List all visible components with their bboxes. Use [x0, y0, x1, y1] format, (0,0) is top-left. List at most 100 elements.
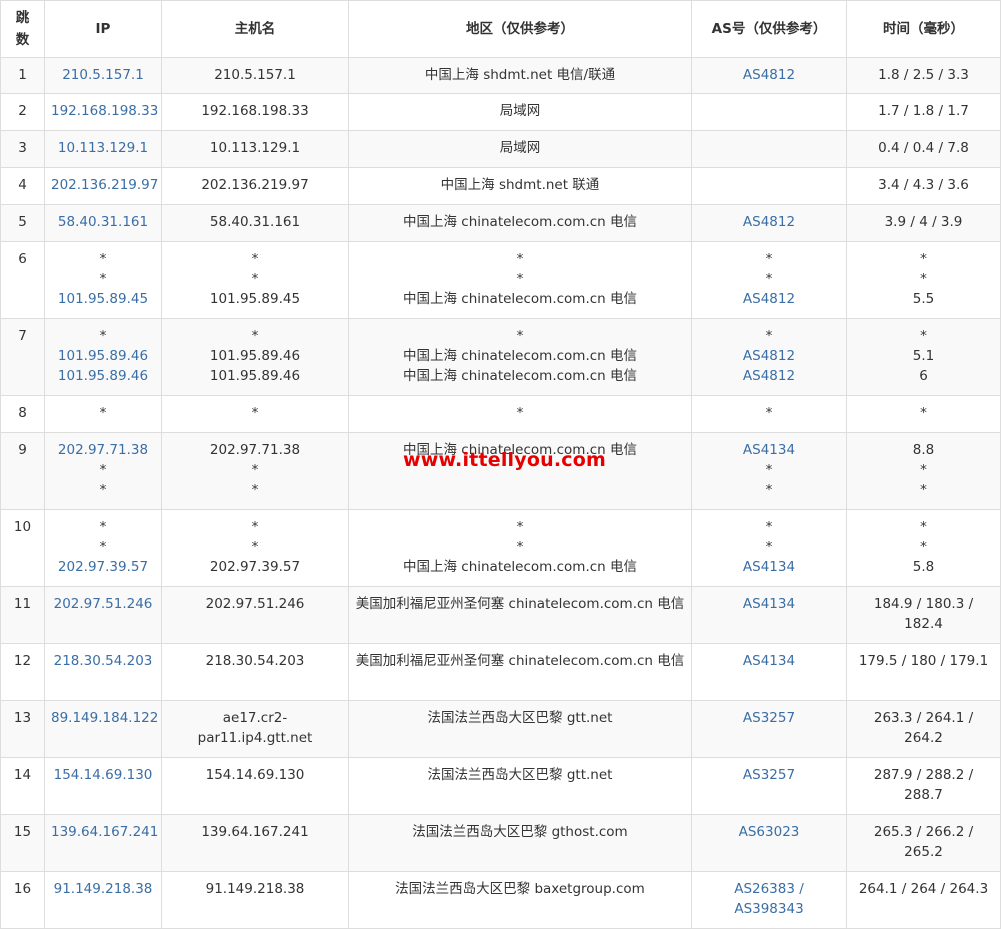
header-hop: 跳 数 — [0, 0, 45, 58]
ip-link[interactable]: 202.97.51.246 — [51, 594, 155, 614]
ip-link[interactable]: 210.5.157.1 — [51, 65, 155, 85]
ip-link[interactable]: 154.14.69.130 — [51, 765, 155, 785]
region-text: 中国上海 chinatelecom.com.cn 电信 — [402, 368, 638, 384]
ip-cell: 154.14.69.130 — [44, 757, 162, 815]
hostname-cell: ae17.cr2-par11.ip4.gtt.net — [161, 700, 349, 758]
time-cell: * 5.1 6 — [846, 318, 1001, 396]
header-ip: IP — [44, 0, 162, 58]
time-cell: * — [846, 395, 1001, 433]
time-text: 0.4 / 0.4 / 7.8 — [878, 140, 969, 156]
as-link[interactable]: AS4134 — [698, 651, 840, 671]
region-text: 法国法兰西岛大区巴黎 gthost.com — [412, 824, 628, 840]
hop-number: 14 — [0, 757, 45, 815]
table-row: 6 * * 101.95.89.45 * * 101.95.89.45 * * 中国上海 chin… — [0, 241, 1001, 319]
as-link[interactable]: AS26383 / — [698, 879, 840, 899]
as-link — [698, 175, 840, 195]
hostname-text: * — [251, 462, 259, 478]
time-text: * — [920, 251, 927, 267]
hostname-text: 139.64.167.241 — [201, 824, 309, 840]
hostname-cell: * * 202.97.39.57 — [161, 509, 349, 587]
as-link[interactable]: AS4812 — [698, 212, 840, 232]
as-link[interactable]: AS4812 — [698, 346, 840, 366]
ip-link[interactable]: 202.97.71.38 — [51, 440, 155, 460]
ip-cell: 218.30.54.203 — [44, 643, 162, 701]
as-link[interactable]: AS3257 — [698, 765, 840, 785]
as-link: * — [765, 251, 773, 267]
as-link[interactable]: AS398343 — [698, 899, 840, 919]
header-hostname: 主机名 — [161, 0, 349, 58]
as-link[interactable]: AS4134 — [698, 440, 840, 460]
time-text: * — [920, 271, 927, 287]
as-link[interactable]: AS63023 — [698, 822, 840, 842]
region-text: 中国上海 chinatelecom.com.cn 电信 — [402, 291, 638, 307]
hostname-cell: 218.30.54.203 — [161, 643, 349, 701]
as-link[interactable]: AS4812 — [698, 289, 840, 309]
table-row: 15 139.64.167.241 139.64.167.241 法国法兰西岛大区巴黎… — [0, 814, 1001, 872]
ip-link: * — [99, 519, 107, 535]
ip-link: * — [99, 539, 107, 555]
time-cell: 0.4 / 0.4 / 7.8 — [846, 130, 1001, 168]
region-cell: 法国法兰西岛大区巴黎 gthost.com — [348, 814, 692, 872]
region-cell: * 中国上海 chinatelecom.com.cn 电信 中国上海 chinate… — [348, 318, 692, 396]
hostname-text: * — [251, 539, 259, 555]
as-link[interactable]: AS4134 — [698, 557, 840, 577]
as-cell — [691, 130, 847, 168]
as-link[interactable]: AS4812 — [698, 65, 840, 85]
hostname-cell: * * 101.95.89.45 — [161, 241, 349, 319]
ip-link[interactable]: 101.95.89.46 — [51, 366, 155, 386]
region-text — [355, 460, 685, 480]
hostname-cell: 91.149.218.38 — [161, 871, 349, 929]
time-text: 287.9 / 288.2 / 288.7 — [873, 767, 974, 803]
ip-link[interactable]: 101.95.89.46 — [51, 346, 155, 366]
ip-cell: * * 101.95.89.45 — [44, 241, 162, 319]
hostname-text: * — [251, 328, 259, 344]
as-link[interactable]: AS4812 — [698, 366, 840, 386]
hostname-cell: 210.5.157.1 — [161, 57, 349, 94]
hostname-cell: * — [161, 395, 349, 433]
header-region: 地区（仅供参考） — [348, 0, 692, 58]
ip-link: * — [99, 251, 107, 267]
region-text: 法国法兰西岛大区巴黎 gtt.net — [427, 767, 613, 783]
hop-number: 3 — [0, 130, 45, 168]
as-cell: * AS4812 AS4812 — [691, 318, 847, 396]
ip-link[interactable]: 202.136.219.97 — [51, 175, 158, 195]
hostname-text: * — [251, 519, 259, 535]
as-link[interactable]: AS3257 — [698, 708, 840, 728]
region-cell: 局域网 — [348, 130, 692, 168]
time-text: * — [920, 462, 927, 478]
time-text: 264.1 / 264 / 264.3 — [858, 881, 989, 897]
as-cell: AS4812 — [691, 204, 847, 242]
hostname-text: 218.30.54.203 — [205, 653, 305, 669]
ip-link[interactable]: 202.97.39.57 — [51, 557, 155, 577]
table-row: 16 91.149.218.38 91.149.218.38 法国法兰西岛大区巴黎 b… — [0, 871, 1001, 929]
as-link[interactable]: AS4134 — [698, 594, 840, 614]
time-cell: 287.9 / 288.2 / 288.7 — [846, 757, 1001, 815]
as-link: * — [765, 482, 773, 498]
table-row: 9 202.97.71.38 * * 202.97.71.38 * * 中国上海 chinat… — [0, 432, 1001, 510]
as-cell: AS4812 — [691, 57, 847, 94]
ip-link[interactable]: 89.149.184.122 — [51, 708, 158, 728]
time-cell: 264.1 / 264 / 264.3 — [846, 871, 1001, 929]
ip-link[interactable]: 218.30.54.203 — [51, 651, 155, 671]
hop-number: 15 — [0, 814, 45, 872]
region-text: 中国上海 chinatelecom.com.cn 电信 — [402, 559, 638, 575]
ip-link[interactable]: 101.95.89.45 — [51, 289, 155, 309]
time-text: * — [920, 519, 927, 535]
ip-link[interactable]: 91.149.218.38 — [51, 879, 155, 899]
hop-number: 6 — [0, 241, 45, 319]
hop-number: 13 — [0, 700, 45, 758]
region-text: 法国法兰西岛大区巴黎 baxetgroup.com — [395, 881, 645, 897]
hostname-text: 202.136.219.97 — [201, 177, 309, 193]
time-text: 3.9 / 4 / 3.9 — [884, 214, 963, 230]
as-link: * — [765, 539, 773, 555]
ip-link[interactable]: 10.113.129.1 — [51, 138, 155, 158]
as-link: * — [765, 519, 773, 535]
hop-number: 12 — [0, 643, 45, 701]
region-cell: 美国加利福尼亚州圣何塞 chinatelecom.com.cn 电信 — [348, 643, 692, 701]
hostname-text: 202.97.71.38 — [209, 442, 301, 458]
ip-link[interactable]: 192.168.198.33 — [51, 101, 158, 121]
ip-link[interactable]: 58.40.31.161 — [51, 212, 155, 232]
ip-link[interactable]: 139.64.167.241 — [51, 822, 158, 842]
region-cell: * * 中国上海 chinatelecom.com.cn 电信 — [348, 509, 692, 587]
as-cell — [691, 167, 847, 205]
